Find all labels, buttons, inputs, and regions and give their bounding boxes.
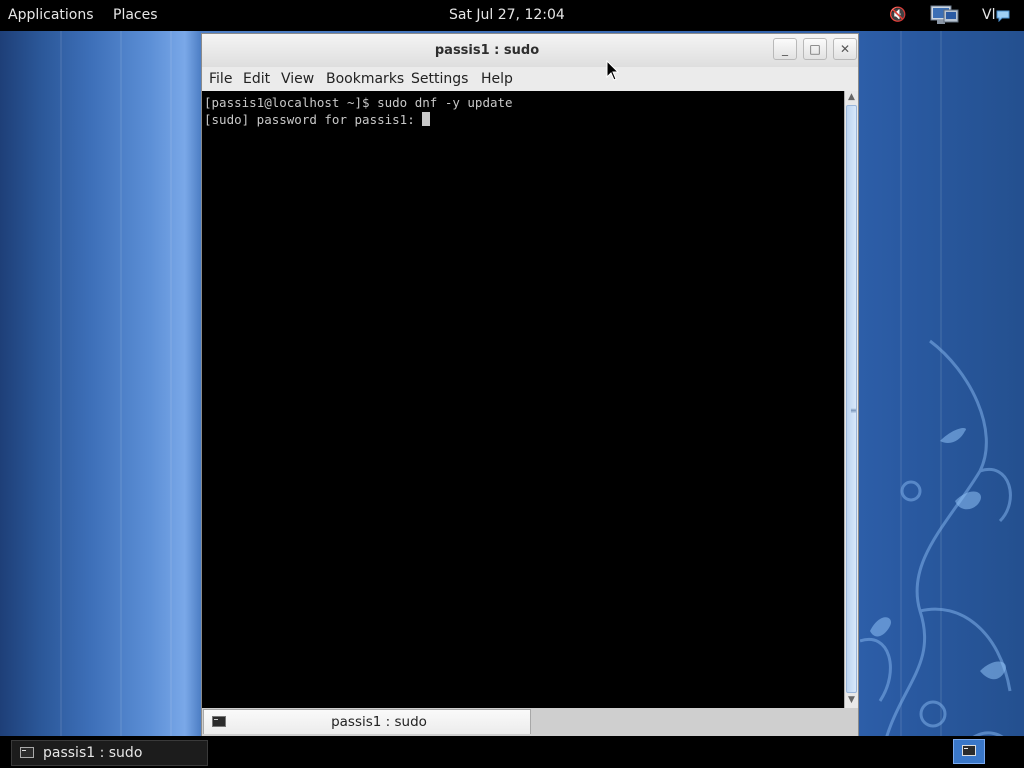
terminal-icon (20, 747, 34, 758)
tab-label: passis1 : sudo (331, 714, 427, 730)
scroll-down-arrow-icon[interactable]: ▼ (845, 694, 858, 707)
taskbar-item-terminal[interactable]: passis1 : sudo (11, 740, 208, 766)
wallpaper-stripe (120, 31, 122, 736)
tab-bar: passis1 : sudo (202, 708, 858, 736)
close-button[interactable]: ✕ (833, 38, 857, 60)
terminal-line: [passis1@localhost ~]$ sudo dnf -y updat… (204, 95, 513, 110)
terminal-line: [sudo] password for passis1: (204, 112, 423, 127)
menu-bar: File Edit View Bookmarks Settings Help (202, 67, 858, 91)
volume-muted-icon[interactable]: 🔇 (889, 7, 906, 23)
text-cursor (422, 112, 431, 126)
scroll-grip-icon: ≡ (850, 406, 857, 415)
places-menu[interactable]: Places (113, 7, 158, 23)
menu-edit[interactable]: Edit (243, 71, 270, 87)
notification-icon[interactable] (996, 10, 1010, 22)
terminal-scrollbar[interactable]: ▲ ≡ ▼ (844, 91, 858, 708)
menu-bookmarks[interactable]: Bookmarks (326, 71, 404, 87)
workspace-switcher[interactable] (953, 739, 985, 764)
window-title: passis1 : sudo (434, 43, 540, 58)
menu-view[interactable]: View (281, 71, 314, 87)
terminal-window: passis1 : sudo _ □ ✕ File Edit View Book… (201, 33, 859, 737)
network-computer-icon[interactable] (930, 4, 960, 26)
wallpaper-stripe (170, 31, 172, 736)
terminal-icon (962, 745, 976, 756)
taskbar-item-label: passis1 : sudo (43, 745, 143, 761)
scroll-up-arrow-icon[interactable]: ▲ (845, 91, 858, 104)
menu-help[interactable]: Help (481, 71, 513, 87)
wallpaper-stripe (60, 31, 62, 736)
wallpaper-swirl-graphic (860, 339, 1012, 736)
mouse-pointer-icon (606, 60, 620, 81)
window-titlebar[interactable]: passis1 : sudo _ □ ✕ (202, 34, 858, 67)
menu-settings[interactable]: Settings (411, 71, 468, 87)
menu-file[interactable]: File (209, 71, 232, 87)
applications-menu[interactable]: Applications (8, 7, 94, 23)
top-panel: Applications Places Sat Jul 27, 12:04 🔇 … (0, 0, 1024, 31)
user-menu[interactable]: Vl (982, 7, 995, 23)
terminal-output[interactable]: [passis1@localhost ~]$ sudo dnf -y updat… (202, 91, 844, 708)
minimize-button[interactable]: _ (773, 38, 797, 60)
scrollbar-thumb[interactable]: ≡ (846, 105, 857, 693)
clock[interactable]: Sat Jul 27, 12:04 (449, 7, 565, 23)
bottom-panel: passis1 : sudo (0, 736, 1024, 768)
tab-session[interactable]: passis1 : sudo (203, 709, 531, 734)
maximize-button[interactable]: □ (803, 38, 827, 60)
